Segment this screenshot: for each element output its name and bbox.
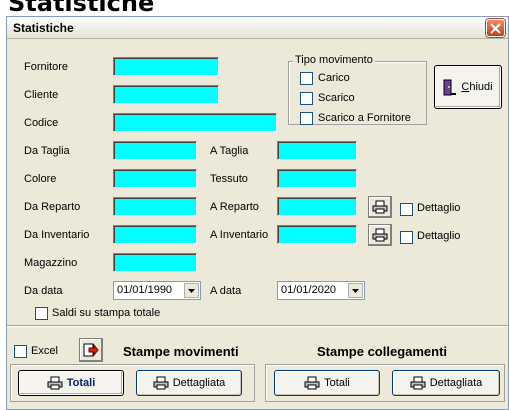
printer-icon <box>153 376 169 390</box>
printer-icon <box>372 228 388 242</box>
da-data-label: Da data <box>24 285 63 297</box>
dettagliata-collegamenti-button[interactable]: Dettagliata <box>392 370 500 396</box>
scarico-checkbox[interactable] <box>300 92 313 105</box>
dettaglio-reparto-label: Dettaglio <box>417 202 461 214</box>
dettagliata-movimenti-button[interactable]: Dettagliata <box>136 370 242 396</box>
a-reparto-label: A Reparto <box>210 201 259 213</box>
tessuto-label: Tessuto <box>210 173 248 185</box>
saldi-checkbox[interactable] <box>35 307 48 320</box>
scarico-fornitore-label: Scarico a Fornitore <box>318 112 411 124</box>
da-inventario-field[interactable] <box>113 225 197 244</box>
totali-collegamenti-button[interactable]: Totali <box>274 370 380 396</box>
cliente-field[interactable] <box>113 85 219 104</box>
dettaglio-inventario-checkbox[interactable] <box>400 231 413 244</box>
tipo-movimento-legend: Tipo movimento <box>293 54 375 66</box>
window-title: Statistiche <box>13 21 74 35</box>
export-arrow-icon <box>83 343 99 357</box>
a-data-dropdown[interactable] <box>348 283 363 298</box>
da-taglia-field[interactable] <box>113 141 197 160</box>
printer-icon <box>372 200 388 214</box>
a-inventario-label: A Inventario <box>210 229 269 241</box>
a-inventario-field[interactable] <box>277 225 357 244</box>
a-data-label: A data <box>210 285 242 297</box>
totali-collegamenti-label: Totali <box>324 377 350 389</box>
a-data-value: 01/01/2020 <box>281 284 337 296</box>
a-taglia-label: A Taglia <box>210 145 249 157</box>
stampe-movimenti-panel: Totali Dettagliata <box>10 364 255 402</box>
dettaglio-inventario-label: Dettaglio <box>417 230 461 242</box>
close-button[interactable] <box>486 19 505 37</box>
scarico-fornitore-checkbox[interactable] <box>300 112 313 125</box>
magazzino-field[interactable] <box>113 253 197 272</box>
da-reparto-label: Da Reparto <box>24 201 81 213</box>
da-inventario-label: Da Inventario <box>24 229 90 241</box>
da-data-picker[interactable]: 01/01/1990 <box>113 281 201 300</box>
colore-field[interactable] <box>113 169 197 188</box>
fornitore-label: Fornitore <box>24 61 69 73</box>
separator <box>7 325 508 327</box>
dettagliata-collegamenti-label: Dettagliata <box>429 377 483 389</box>
codice-label: Codice <box>24 117 59 129</box>
printer-icon <box>47 376 63 390</box>
tessuto-field[interactable] <box>277 169 357 188</box>
da-taglia-label: Da Taglia <box>24 145 70 157</box>
excel-checkbox[interactable] <box>14 345 27 358</box>
tipo-movimento-group: Tipo movimento Carico Scarico Scarico a … <box>288 54 427 125</box>
print-inventario-button[interactable] <box>368 224 392 246</box>
chiudi-button[interactable]: Chiudi <box>434 65 502 109</box>
magazzino-label: Magazzino <box>24 257 78 269</box>
statistiche-dialog: Statistiche Fornitore Cliente Codice Da … <box>6 16 509 410</box>
print-reparto-button[interactable] <box>368 196 392 218</box>
totali-movimenti-button[interactable]: Totali <box>18 370 124 396</box>
da-data-dropdown[interactable] <box>184 283 199 298</box>
a-reparto-field[interactable] <box>277 197 357 216</box>
totali-movimenti-label: Totali <box>66 377 96 389</box>
stampe-movimenti-title: Stampe movimenti <box>123 344 239 359</box>
dettagliata-movimenti-label: Dettagliata <box>172 377 226 389</box>
carico-label: Carico <box>318 72 350 84</box>
printer-icon <box>410 376 426 390</box>
title-bar[interactable]: Statistiche <box>7 17 508 39</box>
carico-checkbox[interactable] <box>300 72 313 85</box>
saldi-label: Saldi su stampa totale <box>52 307 161 319</box>
stampe-collegamenti-title: Stampe collegamenti <box>317 344 448 359</box>
chiudi-label: Chiudi <box>461 81 493 93</box>
dettaglio-reparto-checkbox[interactable] <box>400 203 413 216</box>
chevron-down-icon <box>352 289 359 293</box>
codice-field[interactable] <box>113 113 277 132</box>
stampe-collegamenti-panel: Totali Dettagliata <box>265 364 505 402</box>
chevron-down-icon <box>188 289 195 293</box>
da-reparto-field[interactable] <box>113 197 197 216</box>
a-taglia-field[interactable] <box>277 141 357 160</box>
excel-export-button[interactable] <box>79 338 103 362</box>
exit-door-icon <box>443 79 457 96</box>
page-heading: Statistiche <box>8 0 155 17</box>
a-data-picker[interactable]: 01/01/2020 <box>277 281 365 300</box>
cliente-label: Cliente <box>24 89 59 101</box>
close-icon <box>490 23 501 34</box>
colore-label: Colore <box>24 173 57 185</box>
fornitore-field[interactable] <box>113 57 219 76</box>
scarico-label: Scarico <box>318 92 355 104</box>
excel-label: Excel <box>31 345 58 357</box>
printer-icon <box>304 376 320 390</box>
da-data-value: 01/01/1990 <box>117 284 173 296</box>
